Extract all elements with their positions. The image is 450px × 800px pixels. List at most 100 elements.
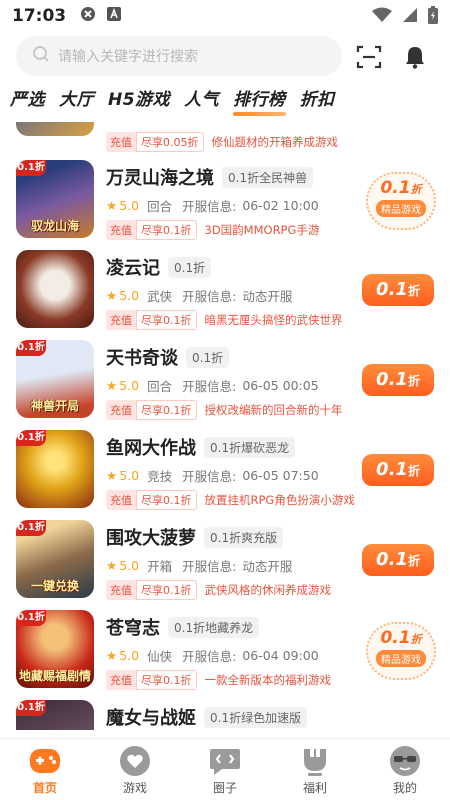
game-description: 授权改编新的回合新的十年 <box>204 403 343 417</box>
promo-discount: 尽享0.1折 <box>136 580 197 600</box>
promo-row: 充值 尽享0.05折 修仙题材的开箱养成游戏 <box>106 132 338 152</box>
game-category: 开箱 <box>147 559 173 574</box>
title-row: 魔女与战姬 0.1折绿色加速版 <box>106 704 308 730</box>
list-item[interactable]: 凌云记 0.1折 ★ 5.0 武侠 开服信息: 动态开服 充值 尽享0.1折 暗… <box>0 250 450 340</box>
search-icon <box>32 45 50 67</box>
server-info: 06-02 10:00 <box>242 198 319 213</box>
game-score: 5.0 <box>119 198 140 213</box>
title-row: 万灵山海之境 0.1折全民神兽 <box>106 164 314 190</box>
game-title: 凌云记 <box>106 258 160 279</box>
avatar-icon <box>386 743 424 779</box>
seal-label: 精品游戏 <box>376 200 426 217</box>
game-thumbnail: 0.1折 <box>16 700 94 730</box>
title-row: 围攻大菠萝 0.1折爽充版 <box>106 524 284 550</box>
game-score: 5.0 <box>119 468 140 483</box>
discount-button[interactable]: 0.1折 <box>362 544 434 576</box>
tab-discount[interactable]: 折扣 <box>300 84 335 118</box>
nav-profile[interactable]: 我的 <box>360 739 450 800</box>
game-description: 一款全新版本的福利游戏 <box>204 673 332 687</box>
thumbnail-discount-badge: 0.1折 <box>16 700 46 716</box>
promo-row: 充值 尽享0.1折 暗黑无厘头搞怪的武侠世界 <box>106 310 343 330</box>
meta-row: ★ 5.0 仙侠 开服信息: 06-04 09:00 <box>106 646 319 665</box>
nav-games[interactable]: 游戏 <box>90 739 180 800</box>
list-item[interactable]: 0.1折 魔女与战姬 0.1折绿色加速版 <box>0 700 450 730</box>
game-tag: 0.1折爆砍恶龙 <box>204 436 296 458</box>
list-item[interactable]: 0.1折 地藏赐福剧情 苍穹志 0.1折地藏养龙 ★ 5.0 仙侠 开服信息: … <box>0 610 450 700</box>
tab-popular[interactable]: 人气 <box>184 84 219 118</box>
promo-row: 充值 尽享0.1折 一款全新版本的福利游戏 <box>106 670 331 690</box>
nav-label: 首页 <box>32 781 57 795</box>
game-title: 苍穹志 <box>106 618 160 639</box>
thumbnail-caption: 地藏赐福剧情 <box>18 669 91 683</box>
thumbnail-discount-badge: 0.1折 <box>16 160 46 176</box>
seal-label: 精品游戏 <box>376 650 426 667</box>
game-thumbnail: 0.1折 <box>16 430 94 508</box>
title-row: 凌云记 0.1折 <box>106 254 212 280</box>
game-tag: 0.1折全民神兽 <box>222 166 314 188</box>
promo-row: 充值 尽享0.1折 武侠风格的休闲养成游戏 <box>106 580 331 600</box>
seal-number: 0.1 <box>380 178 411 198</box>
game-tag: 0.1折 <box>186 346 230 368</box>
game-score: 5.0 <box>119 378 140 393</box>
premium-discount-seal[interactable]: 0.1折 精品游戏 <box>366 172 436 230</box>
server-label: 开服信息: <box>182 199 237 214</box>
thumbnail-caption: 神兽开局 <box>30 399 79 413</box>
discount-button[interactable]: 0.1折 <box>362 454 434 486</box>
star-icon: ★ <box>106 468 118 483</box>
game-thumbnail: 0.1折 驭龙山海 <box>16 160 94 238</box>
title-row: 苍穹志 0.1折地藏养龙 <box>106 614 260 640</box>
bell-icon[interactable] <box>402 44 428 70</box>
nav-home[interactable]: 首页 <box>0 739 90 800</box>
nav-community[interactable]: 圈子 <box>180 739 270 800</box>
game-title: 围攻大菠萝 <box>106 528 196 549</box>
cta-number: 0.1 <box>376 369 408 390</box>
seal-unit: 折 <box>410 183 422 196</box>
search-placeholder: 请输入关键字进行搜索 <box>58 49 198 65</box>
game-category: 回合 <box>147 379 173 394</box>
tab-rankings[interactable]: 排行榜 <box>233 84 286 118</box>
tab-h5-games[interactable]: H5游戏 <box>108 84 170 118</box>
app-notification-icon <box>106 6 122 26</box>
nav-label: 福利 <box>302 781 327 795</box>
cta-unit: 折 <box>407 464 420 478</box>
status-bar: 17:03 <box>0 0 450 32</box>
meta-row: ★ 5.0 武侠 开服信息: 动态开服 <box>106 286 292 305</box>
game-category: 仙侠 <box>147 649 173 664</box>
promo-row: 充值 尽享0.1折 3D国韵MMORPG手游 <box>106 220 319 240</box>
list-item[interactable]: 0.1折 鱼网大作战 0.1折爆砍恶龙 ★ 5.0 竞技 开服信息: 06-05… <box>0 430 450 520</box>
game-thumbnail <box>16 122 94 136</box>
premium-discount-seal[interactable]: 0.1折 精品游戏 <box>366 622 436 680</box>
nav-welfare[interactable]: 福利 <box>270 739 360 800</box>
discount-button[interactable]: 0.1折 <box>362 364 434 396</box>
tab-dating[interactable]: 大厅 <box>59 84 94 118</box>
list-item[interactable]: 0.1折 驭龙山海 万灵山海之境 0.1折全民神兽 ★ 5.0 回合 开服信息:… <box>0 160 450 250</box>
cta-unit: 折 <box>407 374 420 388</box>
promo-tag: 充值 <box>106 220 136 240</box>
promo-row: 充值 尽享0.1折 授权改编新的回合新的十年 <box>106 400 343 420</box>
tab-yanxuan[interactable]: 严选 <box>10 84 45 118</box>
discount-button[interactable]: 0.1折 <box>362 274 434 306</box>
meta-row: ★ 5.0 开箱 开服信息: 动态开服 <box>106 556 292 575</box>
search-header: 请输入关键字进行搜索 <box>0 34 450 76</box>
promo-discount: 尽享0.1折 <box>136 310 197 330</box>
search-input[interactable]: 请输入关键字进行搜索 <box>16 36 342 76</box>
scan-icon[interactable] <box>356 44 382 70</box>
game-thumbnail <box>16 250 94 328</box>
list-item[interactable]: 0.1折 神兽开局 天书奇谈 0.1折 ★ 5.0 回合 开服信息: 06-05… <box>0 340 450 430</box>
game-thumbnail: 0.1折 一键兑换 <box>16 520 94 598</box>
promo-tag: 充值 <box>106 670 136 690</box>
server-info: 06-05 07:50 <box>242 468 319 483</box>
seal-unit: 折 <box>410 633 422 646</box>
star-icon: ★ <box>106 648 118 663</box>
list-item-partial[interactable]: 充值 尽享0.05折 修仙题材的开箱养成游戏 <box>0 122 450 152</box>
heart-bubble-icon <box>116 743 154 779</box>
promo-tag: 充值 <box>106 400 136 420</box>
game-category: 竞技 <box>147 469 173 484</box>
battery-icon <box>428 6 438 28</box>
server-info: 06-05 00:05 <box>242 378 319 393</box>
list-item[interactable]: 0.1折 一键兑换 围攻大菠萝 0.1折爽充版 ★ 5.0 开箱 开服信息: 动… <box>0 520 450 610</box>
nav-label: 我的 <box>392 781 417 795</box>
thumbnail-discount-badge: 0.1折 <box>16 340 46 356</box>
nav-label: 圈子 <box>212 781 237 795</box>
meta-row: ★ 5.0 回合 开服信息: 06-05 00:05 <box>106 376 319 395</box>
